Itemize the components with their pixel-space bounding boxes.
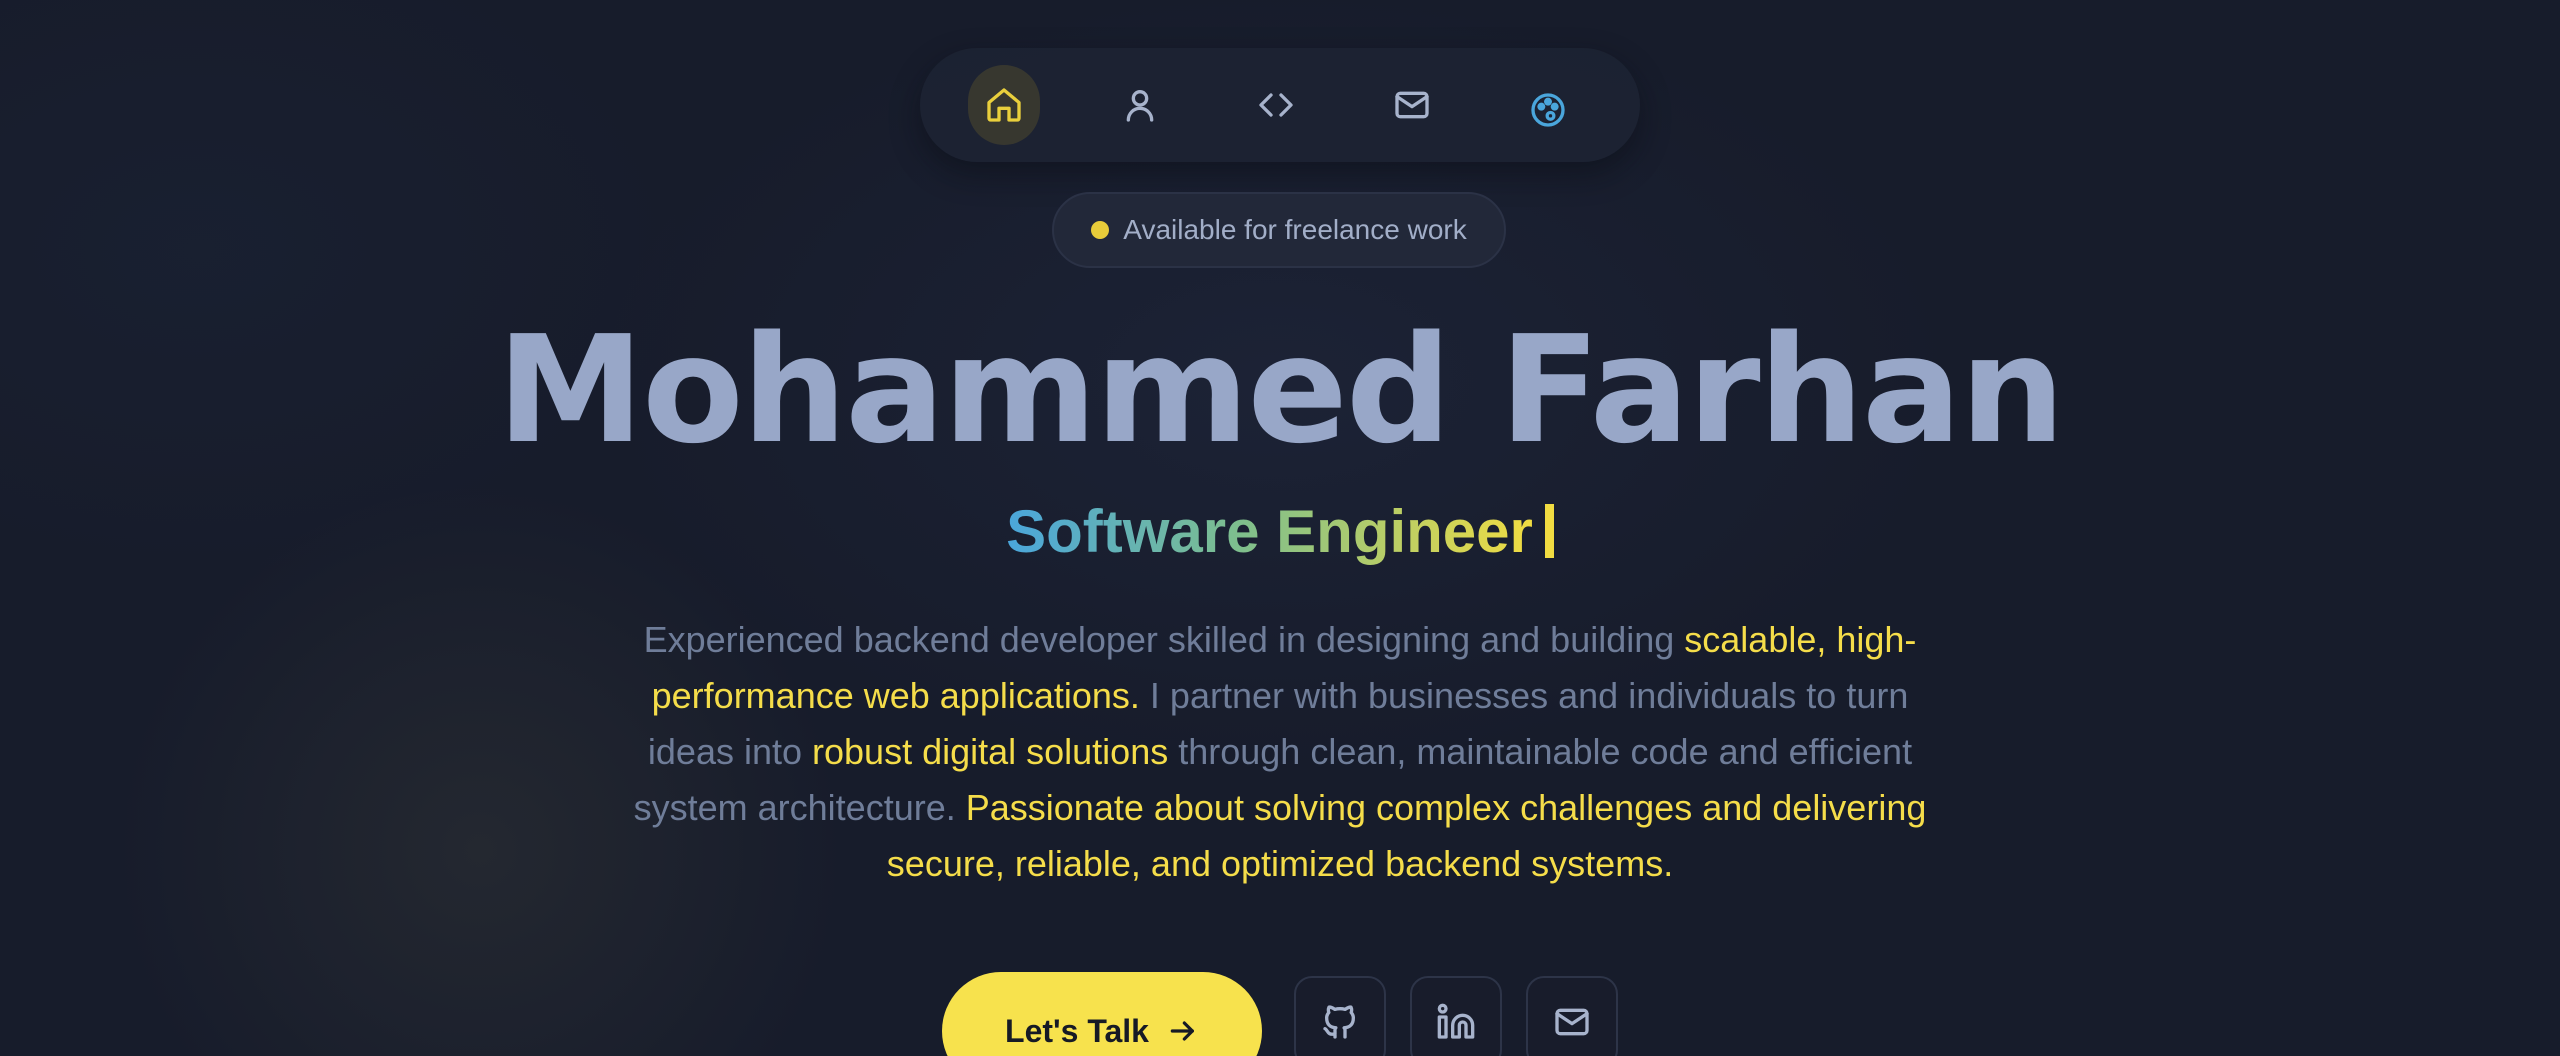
lets-talk-button[interactable]: Let's Talk xyxy=(942,972,1262,1056)
nav-home[interactable] xyxy=(968,65,1040,145)
github-icon xyxy=(1323,1005,1355,1039)
user-icon xyxy=(1126,90,1154,122)
mail-icon xyxy=(1555,1008,1589,1036)
nav-theme[interactable] xyxy=(1512,70,1584,150)
nav-contact[interactable] xyxy=(1376,65,1448,145)
email-link[interactable] xyxy=(1526,976,1618,1056)
top-navigation xyxy=(920,48,1640,162)
home-icon xyxy=(987,88,1021,122)
description-highlight: robust digital solutions xyxy=(812,731,1169,772)
code-icon xyxy=(1259,93,1293,117)
hero-name: Mohammed Farhan xyxy=(496,304,2065,476)
availability-badge: Available for freelance work xyxy=(1052,192,1506,268)
description-highlight: Passionate about solving complex challen… xyxy=(886,787,1927,884)
availability-text: Available for freelance work xyxy=(1123,214,1467,245)
lets-talk-label: Let's Talk xyxy=(1005,1012,1149,1049)
github-link[interactable] xyxy=(1294,976,1386,1056)
nav-projects[interactable] xyxy=(1240,65,1312,145)
status-dot xyxy=(1091,221,1110,239)
linkedin-icon xyxy=(1437,1003,1475,1039)
role-text: Software Engineer xyxy=(1006,498,1533,565)
arrow-right-icon xyxy=(1170,1021,1194,1041)
hero-description: Experienced backend developer skilled in… xyxy=(620,612,1940,892)
mail-icon xyxy=(1395,91,1429,119)
palette-icon xyxy=(1531,93,1565,127)
hero-role: Software Engineer xyxy=(0,492,2560,572)
typing-cursor xyxy=(1544,504,1554,558)
linkedin-link[interactable] xyxy=(1410,976,1502,1056)
description-text: Experienced backend developer skilled in… xyxy=(643,619,1685,660)
nav-about[interactable] xyxy=(1104,65,1176,145)
